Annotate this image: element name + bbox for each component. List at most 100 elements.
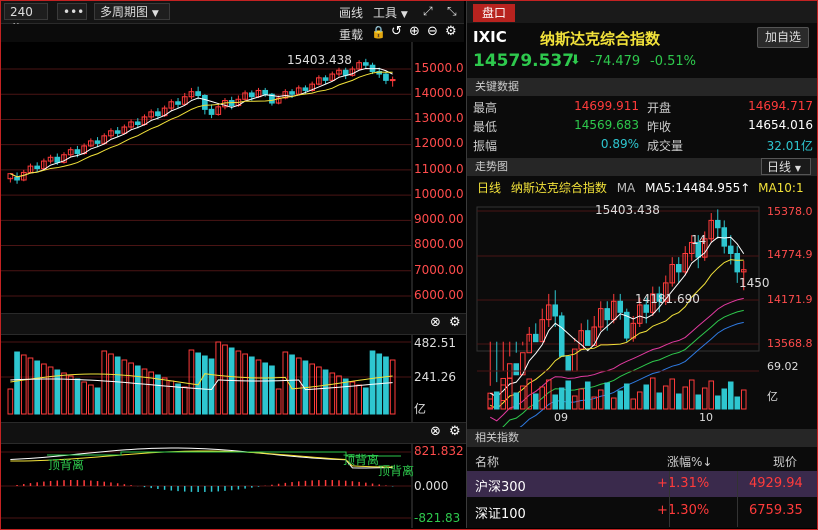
lock-icon[interactable]: 🔒 — [371, 25, 386, 39]
volume-bar — [316, 366, 322, 415]
volume-bar — [155, 374, 161, 415]
draw-button[interactable]: 画线 — [339, 4, 363, 21]
volume-bar — [121, 359, 128, 415]
volume-bars — [7, 341, 396, 415]
related-row[interactable]: 沪深300 +1.31% 4929.94 — [467, 471, 817, 497]
volume-bar — [604, 382, 611, 410]
volume-bar — [74, 378, 81, 415]
related-price: 6759.35 — [749, 503, 803, 518]
add-watchlist-button[interactable]: 加自选 — [757, 27, 809, 48]
moving-average-lines — [10, 67, 393, 178]
candle-body — [675, 264, 682, 273]
chart-subbar: 重载 🔒 ↺ ⊕ ⊖ ⚙ — [1, 24, 464, 42]
volume-bar — [558, 387, 565, 410]
collapse-icon[interactable]: ⤡ — [447, 4, 457, 19]
candle-body — [714, 219, 721, 229]
chart-toolbar: 240分 ••• 多周期图 ▼ 画线 工具 ▼ ⤢ ⤡ — [1, 1, 464, 36]
settings-icon[interactable]: ⚙ — [449, 424, 461, 439]
reload-button[interactable]: 重载 — [339, 26, 363, 43]
candle-body — [202, 94, 208, 110]
candle-body — [155, 111, 161, 117]
candle-body — [302, 87, 309, 91]
trend-y-tick: 15378.0 — [767, 205, 813, 218]
col-pct[interactable]: 涨幅%↓ — [667, 453, 712, 470]
price-change: -74.479 — [590, 54, 641, 69]
volume-bar — [610, 397, 617, 410]
settings-icon[interactable]: ⚙ — [449, 315, 461, 330]
divergence-label: 顶背离 — [48, 458, 85, 472]
volume-bar — [643, 384, 650, 410]
quote-panel: 盘口 IXIC 纳斯达克综合指数 加自选 14579.537 ⬇ -74.479… — [466, 1, 817, 528]
volume-bar — [369, 350, 376, 415]
volume-bar — [275, 388, 282, 415]
tools-dropdown[interactable]: 工具 ▼ — [373, 4, 408, 21]
label-amplitude: 振幅 — [473, 139, 498, 153]
settings-icon[interactable]: ⚙ — [445, 24, 457, 39]
volume-ma-line — [10, 378, 393, 391]
candle-body — [617, 300, 624, 313]
label-open: 开盘 — [647, 101, 672, 115]
y-tick: 13000.0 — [414, 111, 464, 125]
related-table: 名称 涨幅%↓ 现价 沪深300 +1.31% 4929.94 深证100 +1… — [467, 449, 817, 529]
instrument-name: 纳斯达克综合指数 — [540, 30, 661, 48]
legend-name: 纳斯达克综合指数 — [510, 181, 607, 195]
key-data-table: 最高 14699.911 开盘 14694.717 最低 14569.683 昨… — [467, 97, 817, 155]
volume-bar — [389, 359, 396, 415]
candle-body — [74, 149, 81, 154]
volume-bar — [128, 362, 134, 415]
col-price[interactable]: 现价 — [773, 453, 797, 470]
multi-period-dropdown[interactable]: 多周期图 ▼ — [94, 3, 170, 20]
zoom-in-icon[interactable]: ⊕ — [409, 24, 420, 39]
volume-bar — [202, 355, 208, 415]
y-tick: 15000.0 — [414, 61, 464, 75]
y-tick: 10000.0 — [414, 187, 464, 201]
volume-bar — [513, 392, 520, 410]
volume-bar — [101, 350, 108, 415]
volume-bar — [262, 362, 269, 415]
trend-x-tick: 09 — [554, 411, 568, 424]
related-row[interactable]: 深证100 +1.30% 6759.35 — [467, 498, 817, 524]
related-pct: +1.30% — [657, 503, 710, 518]
label-prev-close: 昨收 — [647, 120, 672, 134]
fullscreen-icon[interactable]: ⤢ — [423, 4, 433, 19]
candle-body — [262, 89, 269, 95]
volume-bar — [329, 372, 336, 415]
volume-bar — [336, 375, 342, 415]
volume-bar — [383, 356, 389, 415]
volume-bar — [7, 388, 14, 415]
y-tick: 12000.0 — [414, 136, 464, 150]
instrument-code: IXIC — [473, 28, 507, 46]
candle-body — [721, 227, 728, 247]
trend-legend: 日线 纳斯达克综合指数 MA MA5:14484.955↑ MA10:1 — [477, 179, 804, 196]
trend-chart[interactable] — [475, 201, 765, 427]
volume-bar — [597, 389, 604, 410]
volume-bar — [708, 380, 715, 410]
candle-body — [289, 91, 295, 95]
volume-bar — [282, 351, 289, 415]
value-open: 14694.717 — [748, 99, 813, 113]
trend-period-select[interactable]: 日线 ▼ — [761, 158, 811, 175]
legend-ma5: MA5:14484.955↑ — [645, 181, 751, 195]
more-button[interactable]: ••• — [57, 3, 87, 20]
trend-frame — [476, 206, 760, 352]
candle-body — [389, 79, 396, 82]
candle-body — [552, 304, 559, 317]
close-icon[interactable]: ⊗ — [430, 315, 441, 330]
volume-bar — [342, 378, 349, 415]
volume-bar — [161, 377, 168, 415]
volume-bar — [636, 391, 643, 410]
col-name[interactable]: 名称 — [475, 453, 499, 470]
volume-bar — [41, 363, 47, 415]
tab-quote[interactable]: 盘口 — [473, 4, 515, 22]
price-axis: 15000.0 14000.0 13000.0 12000.0 11000.0 … — [414, 42, 466, 528]
zoom-out-icon[interactable]: ⊖ — [427, 24, 438, 39]
candle-body — [54, 156, 61, 163]
trend-vol-unit: 亿 — [767, 390, 778, 403]
period-button[interactable]: 240分 — [4, 3, 48, 36]
divergence-label: 顶背离 — [378, 464, 415, 478]
volume-bar — [134, 365, 141, 415]
close-icon[interactable]: ⊗ — [430, 424, 441, 439]
volume-bar — [27, 357, 34, 415]
undo-icon[interactable]: ↺ — [391, 24, 402, 39]
volume-bar — [47, 366, 54, 415]
